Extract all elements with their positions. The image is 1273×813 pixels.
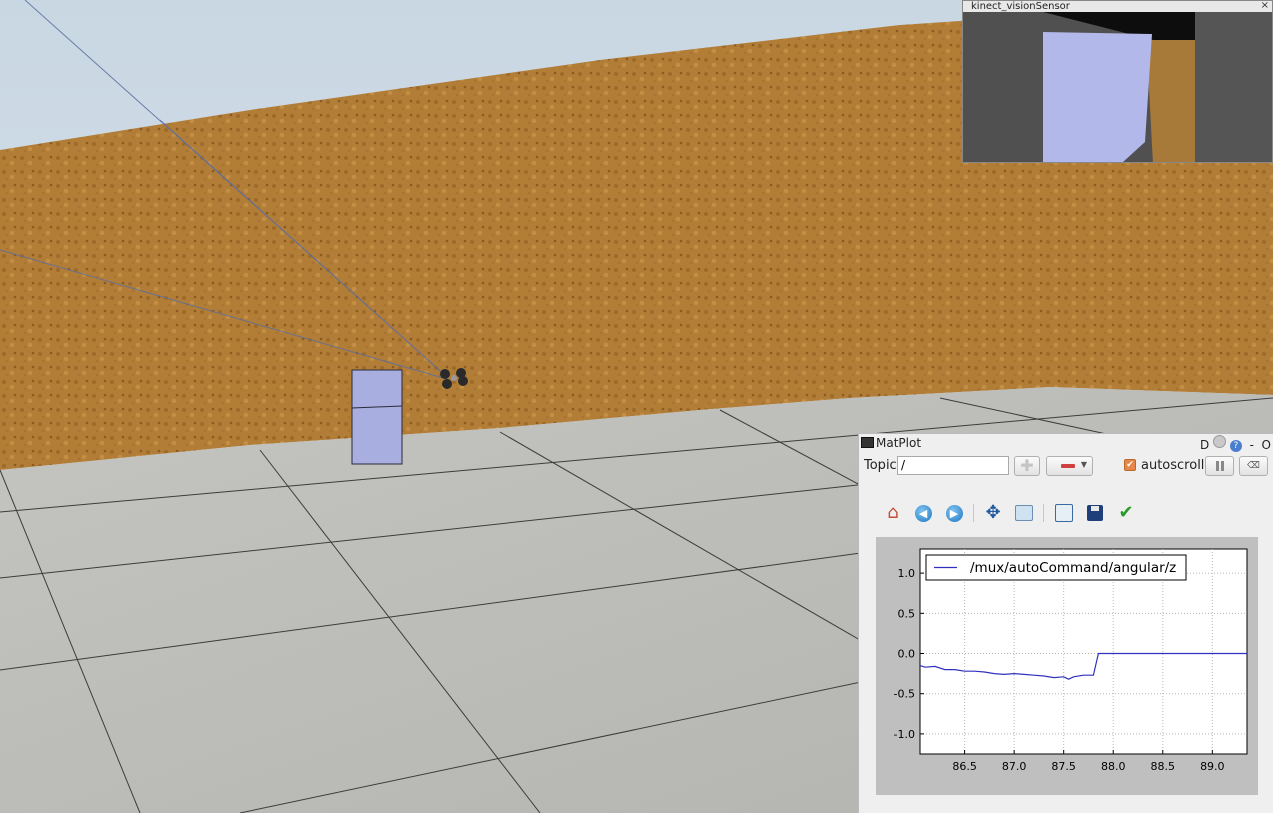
forward-icon: ▶ (945, 504, 963, 522)
line-chart: 1.0 0.5 0.0 -0.5 -1.0 86.5 87.0 87.5 88.0 88.5 89… (894, 548, 1248, 773)
y-tick-label: -0.5 (894, 688, 915, 701)
chevron-down-icon: ▼ (1080, 460, 1087, 469)
title-buttons: D ? - O (1200, 435, 1271, 452)
clear-icon: ⌫ (1247, 461, 1260, 471)
forward-button[interactable]: ▶ (943, 502, 965, 524)
x-tick-label: 89.0 (1200, 760, 1225, 773)
add-topic-button[interactable]: ✚ (1014, 456, 1040, 476)
x-tick-label: 87.0 (1002, 760, 1027, 773)
matplot-title: MatPlot (861, 436, 921, 450)
box-obstacle (351, 369, 403, 465)
configure-subplots-button[interactable] (1053, 502, 1075, 524)
pan-icon: ✥ (985, 502, 1001, 523)
autoscroll-label: autoscroll (1141, 458, 1205, 473)
toolbar-separator (1043, 504, 1044, 522)
y-tick-label: 1.0 (898, 567, 916, 580)
minus-icon (1061, 464, 1075, 468)
remove-topic-button[interactable]: ▼ (1046, 456, 1093, 476)
plus-icon: ✚ (1020, 456, 1034, 475)
x-tick-label: 87.5 (1051, 760, 1076, 773)
dock-button[interactable]: D (1200, 438, 1209, 452)
edit-axis-icon: ✔ (1118, 502, 1134, 523)
legend-label: /mux/autoCommand/angular/z (970, 560, 1176, 576)
home-icon: ⌂ (887, 502, 899, 523)
y-tick-label: 0.0 (898, 648, 916, 661)
vision-sensor-title: kinect_visionSensor (963, 1, 1272, 12)
edit-axis-button[interactable]: ✔ (1115, 502, 1137, 524)
x-tick-label: 86.5 (952, 760, 977, 773)
x-tick-label: 88.5 (1151, 760, 1176, 773)
vision-sensor-window[interactable]: kinect_visionSensor × (962, 0, 1273, 163)
legend: /mux/autoCommand/angular/z (925, 554, 1187, 581)
save-button[interactable] (1084, 502, 1106, 524)
toolbar-separator (973, 504, 974, 522)
matplot-title-text: MatPlot (876, 436, 922, 450)
pause-button[interactable] (1205, 456, 1234, 476)
matplot-panel: MatPlot D ? - O Topic ✚ ▼ ✔ autoscroll ⌫… (858, 433, 1273, 813)
y-tick-label: -1.0 (894, 728, 915, 741)
close-icon[interactable]: × (1261, 1, 1269, 11)
configure-subplots-icon (1055, 504, 1073, 522)
close-button[interactable]: O (1262, 438, 1271, 452)
autoscroll-checkbox[interactable]: ✔ (1124, 459, 1136, 471)
pan-button[interactable]: ✥ (982, 502, 1004, 524)
zoom-button[interactable] (1013, 502, 1035, 524)
topic-label: Topic (864, 458, 897, 473)
back-button[interactable]: ◀ (912, 502, 934, 524)
minimize-button[interactable]: - (1250, 438, 1254, 452)
home-button[interactable]: ⌂ (882, 502, 904, 524)
zoom-icon (1015, 505, 1033, 521)
y-tick-label: 0.5 (898, 607, 916, 620)
plot-canvas[interactable]: 1.0 0.5 0.0 -0.5 -1.0 86.5 87.0 87.5 88.0 88.5 89… (876, 537, 1258, 795)
terminal-icon (861, 437, 874, 448)
clear-button[interactable]: ⌫ (1239, 456, 1268, 476)
topic-input[interactable] (897, 456, 1009, 475)
back-icon: ◀ (914, 504, 932, 522)
help-icon[interactable]: ? (1229, 440, 1242, 452)
y-axis: 1.0 0.5 0.0 -0.5 -1.0 (894, 567, 924, 741)
save-icon (1087, 505, 1103, 521)
x-tick-label: 88.0 (1101, 760, 1126, 773)
settings-icon[interactable] (1213, 435, 1227, 448)
vision-sensor-image (963, 12, 1272, 162)
